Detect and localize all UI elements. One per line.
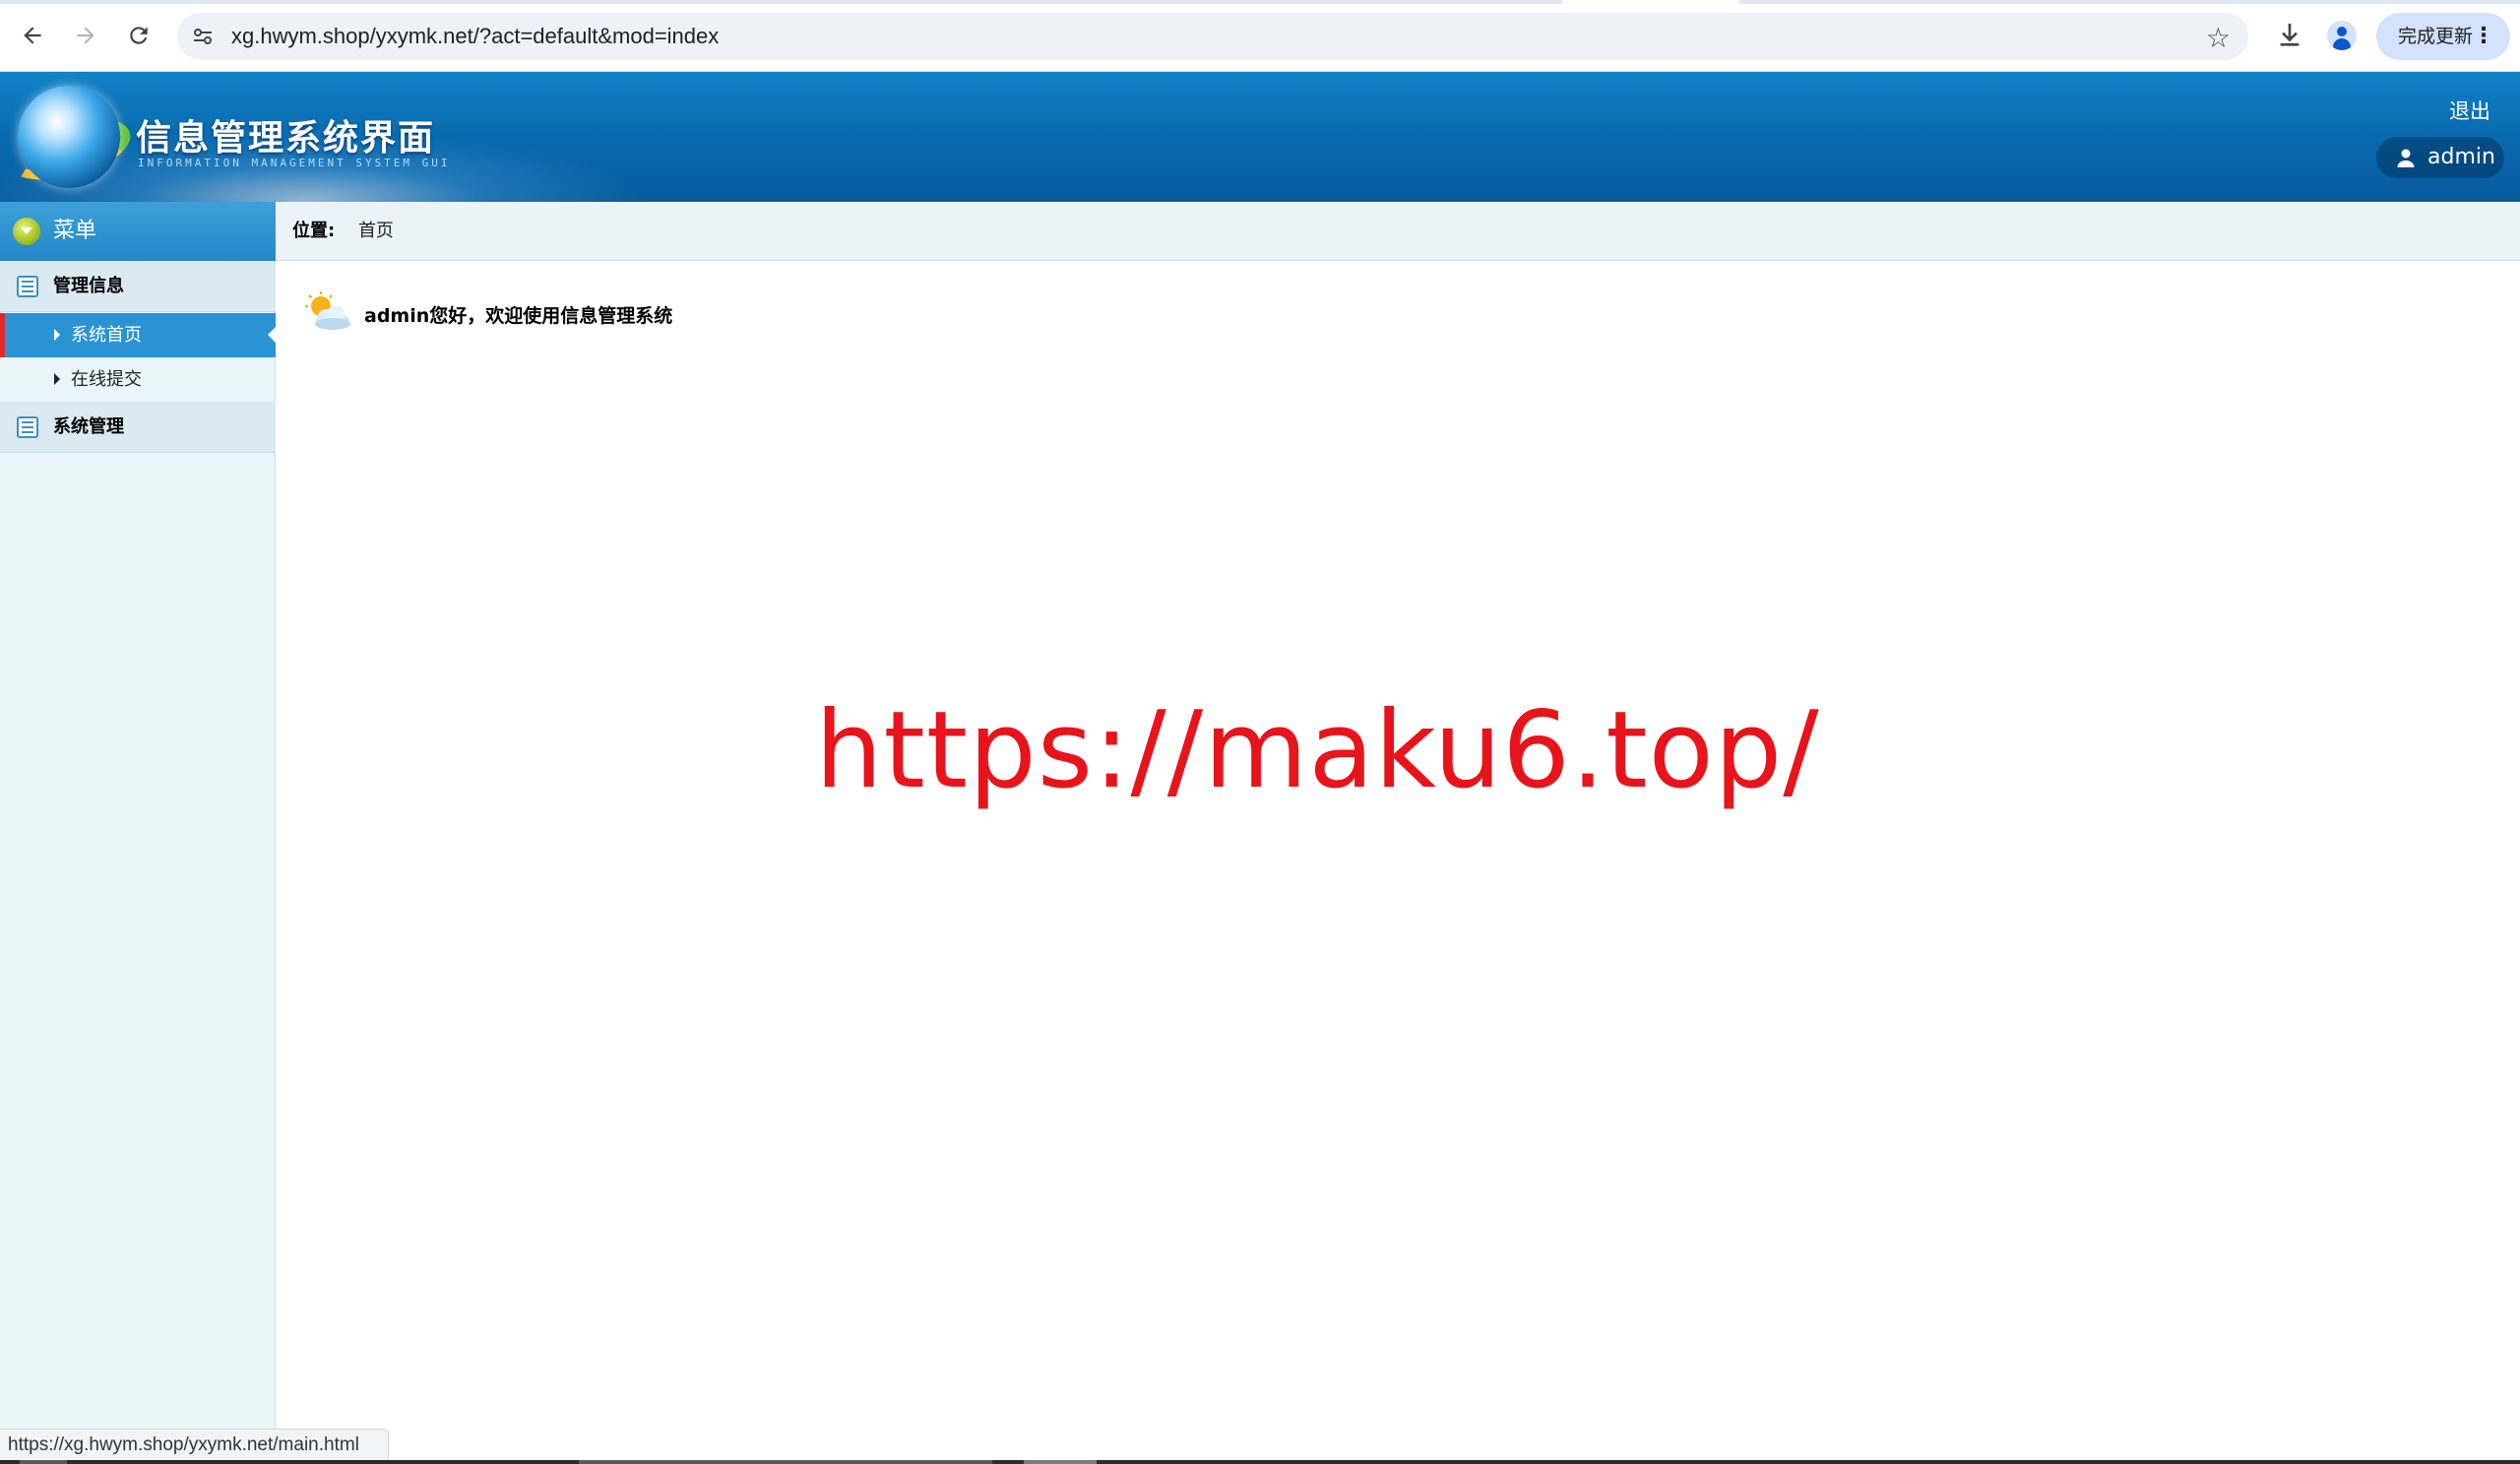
url-text[interactable]: xg.hwym.shop/yxymk.net/?act=default&mod=… [231,24,719,49]
browser-toolbar: xg.hwym.shop/yxymk.net/?act=default&mod=… [0,0,2520,72]
sidebar-group-label: 管理信息 [53,276,124,296]
sidebar-item-home[interactable]: 系统首页 [0,313,277,357]
breadcrumb-current: 首页 [357,221,394,241]
sidebar-group-manage-info[interactable]: 管理信息 [0,261,276,312]
menu-header[interactable]: 菜单 [0,202,276,261]
reload-icon[interactable] [122,19,156,52]
address-bar[interactable]: xg.hwym.shop/yxymk.net/?act=default&mod=… [177,13,2248,60]
username: admin [2427,145,2495,169]
menu-toggle-icon[interactable] [13,218,40,245]
sidebar-item-online-submit[interactable]: 在线提交 [0,357,276,402]
app-subtitle: INFORMATION MANAGEMENT SYSTEM GUI [138,157,451,169]
app-title: 信息管理系统界面 [136,118,436,159]
logout-link[interactable]: 退出 [2449,95,2490,125]
sidebar-item-label: 系统首页 [71,325,142,346]
back-icon[interactable] [16,19,49,52]
bookmark-star-icon[interactable]: ☆ [2206,22,2231,54]
breadcrumb: 位置: 首页 [277,202,2520,261]
menu-label: 菜单 [53,219,97,243]
sidebar: 菜单 管理信息 系统首页 在线提交 系统管理 [0,202,277,1464]
app-header: 信息管理系统界面 INFORMATION MANAGEMENT SYSTEM G… [0,72,2520,202]
forward-icon[interactable] [69,19,102,52]
sidebar-item-label: 在线提交 [71,369,142,390]
logo-globe-icon [18,86,120,188]
profile-avatar-icon[interactable] [2327,21,2357,50]
update-button[interactable]: 完成更新 ⋮ [2376,13,2510,60]
sidebar-group-label: 系统管理 [53,416,124,437]
list-icon [17,416,38,438]
welcome-message: admin您好，欢迎使用信息管理系统 [364,305,673,327]
watermark-text: https://maku6.top/ [815,689,1820,812]
user-icon [2397,149,2415,167]
breadcrumb-label: 位置: [292,221,336,241]
weather-sun-cloud-icon [305,291,350,330]
list-icon [17,276,38,297]
sidebar-group-system-manage[interactable]: 系统管理 [0,402,276,453]
caret-right-icon [54,373,60,385]
download-icon[interactable] [2274,20,2305,51]
tab-strip-edge [0,0,2520,4]
taskbar-edge [0,1460,2520,1464]
site-settings-icon[interactable] [191,25,215,48]
status-bar-url: https://xg.hwym.shop/yxymk.net/main.html [0,1429,389,1460]
update-label: 完成更新 [2398,26,2474,47]
more-menu-icon[interactable]: ⋮ [2473,13,2494,60]
caret-right-icon [54,329,60,341]
user-badge[interactable]: admin [2376,137,2504,178]
